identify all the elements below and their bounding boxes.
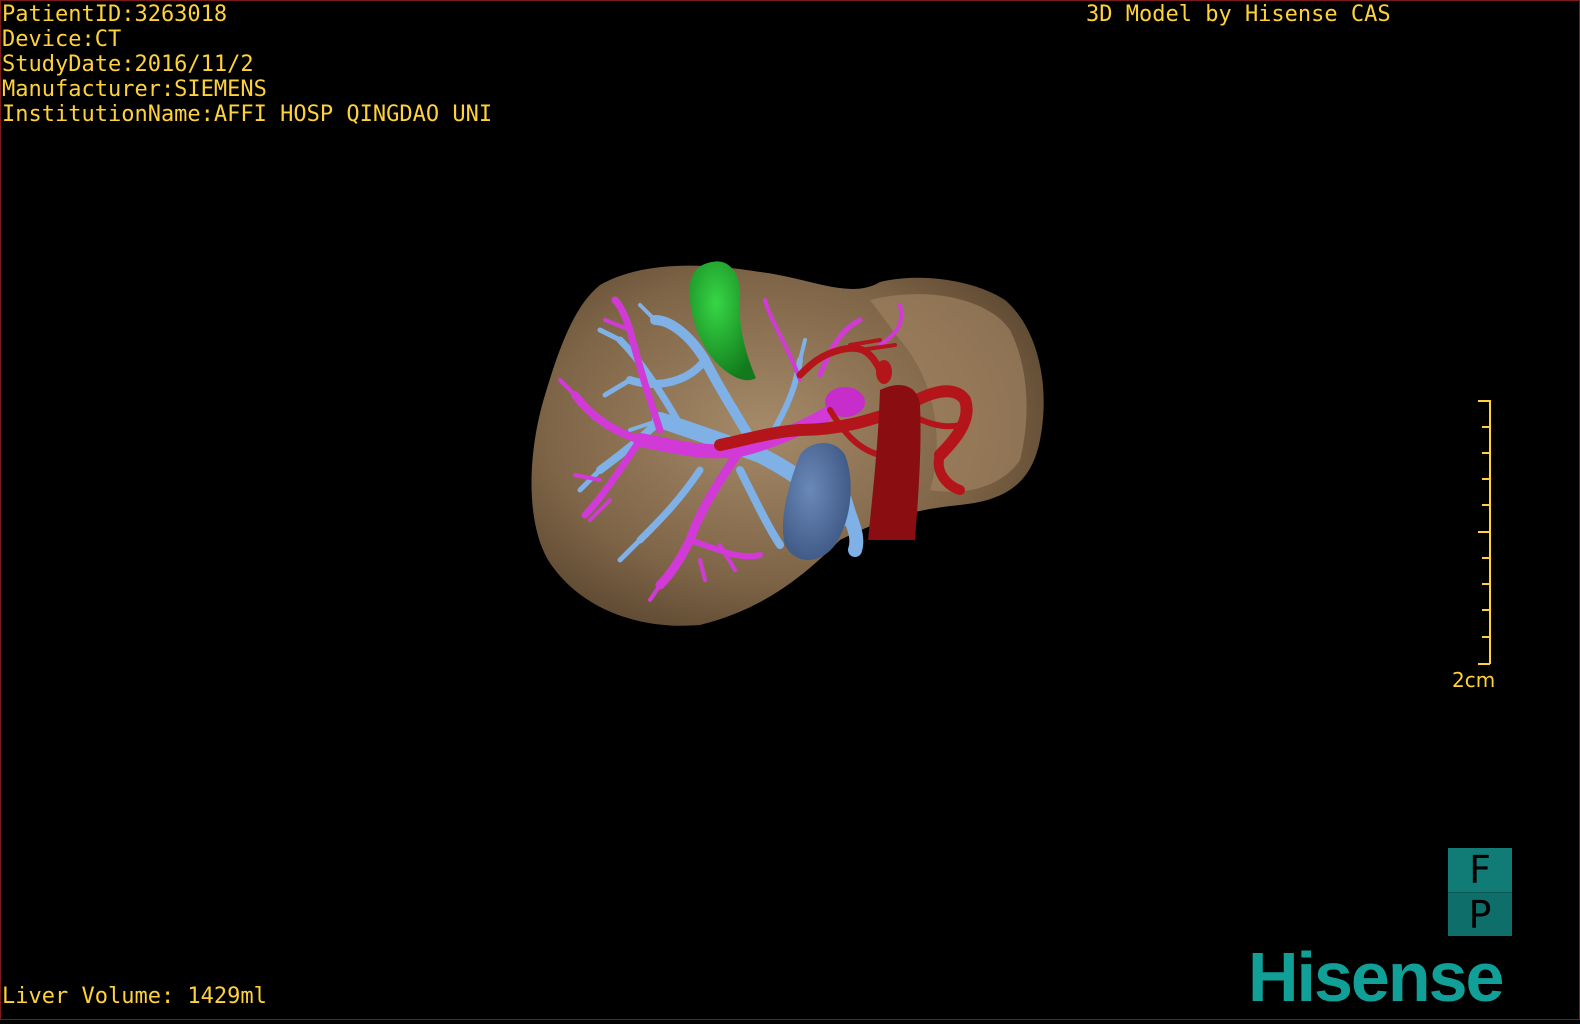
liver-3d-model[interactable] bbox=[0, 0, 1580, 1020]
study-date-label: StudyDate:2016/11/2 bbox=[2, 52, 254, 77]
liver-volume-label: Liver Volume: 1429ml bbox=[2, 984, 267, 1009]
celiac-trunk bbox=[876, 360, 892, 384]
brand-caption: 3D Model by Hisense CAS bbox=[1086, 2, 1391, 27]
3d-model-viewport[interactable] bbox=[0, 0, 1580, 1020]
orientation-face-posterior[interactable]: P bbox=[1448, 893, 1512, 937]
manufacturer-label: Manufacturer:SIEMENS bbox=[2, 77, 267, 102]
scale-bar bbox=[1478, 400, 1491, 665]
patient-id-label: PatientID:3263018 bbox=[2, 2, 228, 27]
dicom-info-overlay: PatientID:3263018 Device:CT StudyDate:20… bbox=[2, 2, 492, 127]
institution-label: InstitutionName:AFFI HOSP QINGDAO UNI bbox=[2, 102, 493, 127]
hisense-logo: Hisense bbox=[1248, 938, 1504, 1016]
device-label: Device:CT bbox=[2, 27, 122, 52]
orientation-face-front[interactable]: F bbox=[1448, 848, 1512, 893]
scale-bar-label: 2cm bbox=[1452, 668, 1496, 692]
orientation-cube[interactable]: F P bbox=[1448, 848, 1512, 937]
